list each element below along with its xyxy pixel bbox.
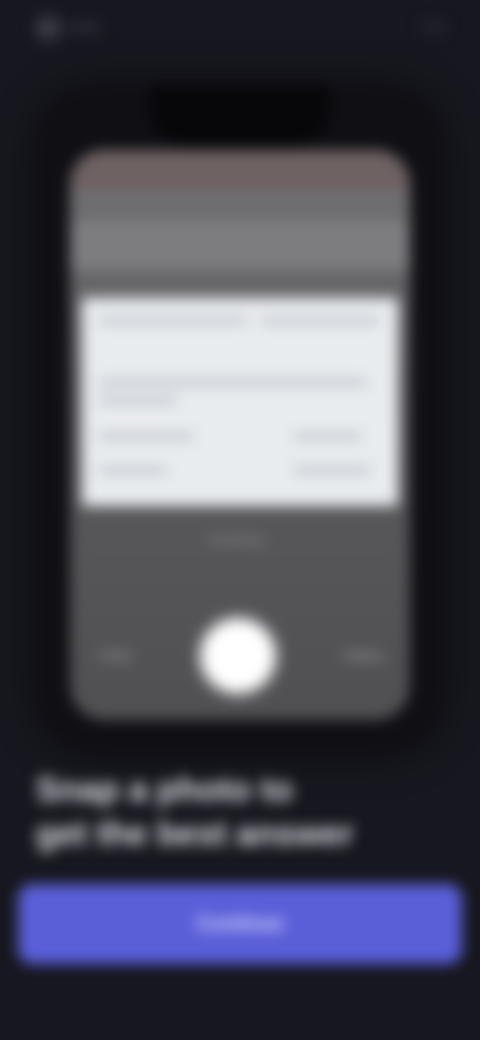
phone-screen-preview: Scanning... Flash Gallery [70, 150, 410, 720]
phone-notch [150, 86, 330, 148]
doc-text-line [260, 316, 380, 325]
doc-text-line [98, 396, 178, 405]
skip-button[interactable]: Skip [419, 18, 448, 35]
headline-line-2: get the best answer [36, 815, 354, 853]
gallery-control: Gallery [342, 648, 384, 663]
document-preview [82, 298, 398, 506]
flash-control: Flash [100, 648, 132, 663]
doc-text-line [98, 316, 248, 325]
onboarding-screen: Lens Skip Scanning... Flash Gallery Snap… [0, 0, 480, 1040]
screen-mid-band [70, 220, 410, 270]
doc-text-line [292, 466, 372, 475]
doc-text-line [98, 466, 168, 475]
doc-text-line [98, 378, 368, 387]
app-name: Lens [66, 18, 102, 35]
doc-text-line [292, 432, 362, 441]
app-logo-icon [36, 16, 60, 40]
scan-status-text: Scanning... [207, 532, 273, 547]
onboarding-headline: Snap a photo to get the best answer [36, 768, 446, 856]
screen-top-band [70, 150, 410, 190]
shutter-button-icon [202, 620, 274, 692]
doc-text-line [98, 432, 194, 441]
continue-button[interactable]: Continue [18, 884, 462, 964]
headline-line-1: Snap a photo to [36, 771, 293, 809]
